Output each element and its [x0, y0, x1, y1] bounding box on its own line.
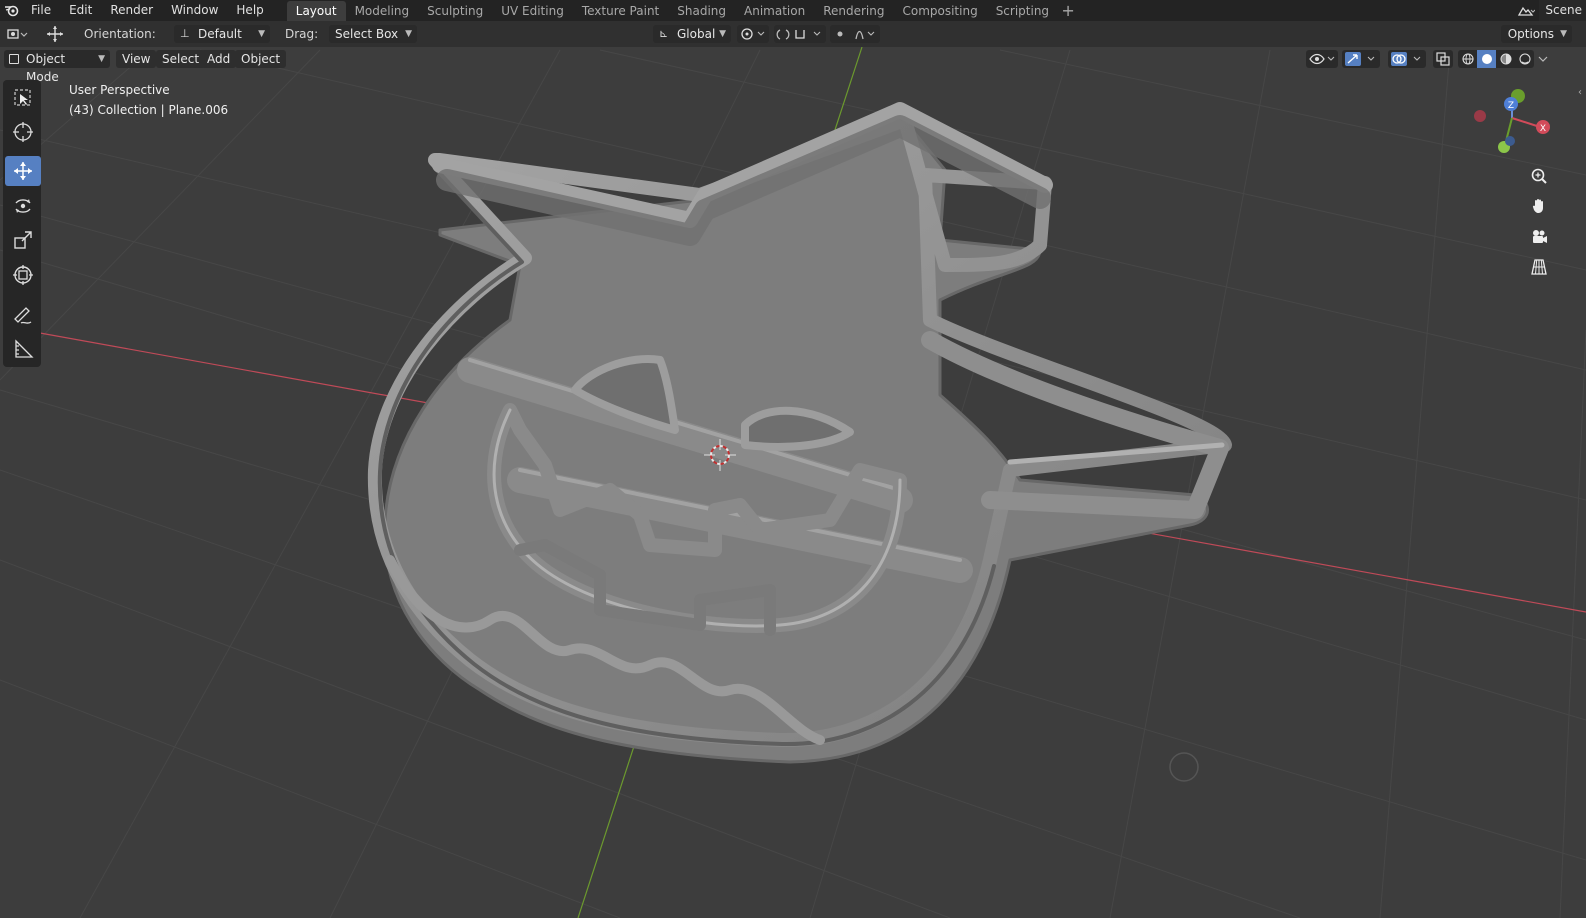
object-mode-dropdown[interactable]: Object Mode ▼: [4, 50, 110, 84]
viewport-header: Object Mode ▼ View Select Add Object: [0, 47, 1586, 84]
tab-uv-editing[interactable]: UV Editing: [492, 1, 573, 21]
left-toolbar: [3, 80, 41, 367]
viewport-info: User Perspective (43) Collection | Plane…: [69, 80, 228, 120]
orientation-value: Default: [198, 27, 242, 41]
toggle-perspective-button[interactable]: [1526, 254, 1552, 280]
menu-add[interactable]: Add: [201, 50, 237, 68]
perspective-label: User Perspective: [69, 83, 170, 97]
top-menu-bar: File Edit Render Window Help Layout Mode…: [0, 0, 1586, 21]
scene-icon: [1513, 0, 1539, 21]
scene-selector[interactable]: Scene: [1513, 0, 1586, 21]
select-box-tool[interactable]: [5, 83, 41, 113]
move-tool[interactable]: [5, 156, 41, 186]
overlays-toggle[interactable]: [1388, 50, 1426, 68]
tab-rendering[interactable]: Rendering: [814, 1, 893, 21]
tab-layout[interactable]: Layout: [286, 0, 346, 21]
tab-texture-paint[interactable]: Texture Paint: [573, 1, 668, 21]
visibility-dropdown[interactable]: [1306, 50, 1338, 68]
add-workspace-button[interactable]: +: [1058, 1, 1078, 21]
rotate-tool[interactable]: [5, 191, 41, 221]
gizmo-x-label: X: [1540, 124, 1546, 134]
chevron-down-icon: ▼: [405, 29, 412, 39]
proportional-editing-toggle[interactable]: [830, 25, 880, 43]
tab-scripting[interactable]: Scripting: [987, 1, 1058, 21]
menu-edit[interactable]: Edit: [60, 0, 101, 21]
tab-modeling[interactable]: Modeling: [346, 1, 419, 21]
solid-shading-icon[interactable]: [1477, 50, 1496, 68]
menu-object[interactable]: Object: [235, 50, 287, 68]
viewport-canvas[interactable]: Z X: [0, 0, 1586, 918]
transform-orientation-value: Global: [677, 27, 716, 41]
zoom-icon: [1531, 168, 1547, 184]
wireframe-shading-icon[interactable]: [1458, 50, 1477, 68]
transform-tool[interactable]: [5, 260, 41, 290]
zoom-view-button[interactable]: [1526, 163, 1552, 189]
drag-label: Drag:: [285, 27, 319, 41]
menu-render[interactable]: Render: [101, 0, 162, 21]
tab-shading[interactable]: Shading: [668, 1, 735, 21]
gizmo-toggle[interactable]: [1342, 50, 1380, 68]
pan-view-button[interactable]: [1526, 193, 1552, 219]
menu-file[interactable]: File: [22, 0, 60, 21]
options-dropdown[interactable]: Options ▼: [1500, 25, 1572, 43]
orientation-axes-icon: ⊥: [180, 27, 190, 40]
chevron-down-icon: ▼: [719, 29, 726, 39]
sidebar-toggle-chevron-icon[interactable]: ‹: [1578, 87, 1582, 98]
annotate-tool[interactable]: [5, 300, 41, 330]
chevron-down-icon: ▼: [258, 29, 265, 39]
grid-perspective-icon: [1531, 259, 1547, 275]
hand-icon: [1532, 199, 1543, 213]
menu-select[interactable]: Select: [156, 50, 206, 68]
camera-icon: [1533, 230, 1547, 243]
menu-help[interactable]: Help: [227, 0, 272, 21]
menu-view[interactable]: View: [116, 50, 157, 68]
menu-window[interactable]: Window: [162, 0, 227, 21]
drag-dropdown[interactable]: Select Box ▼: [329, 25, 417, 43]
tab-compositing[interactable]: Compositing: [893, 1, 986, 21]
tab-sculpting[interactable]: Sculpting: [418, 1, 492, 21]
camera-view-button[interactable]: [1526, 224, 1552, 250]
object-mode-icon: [9, 54, 19, 64]
blender-logo-icon[interactable]: [0, 0, 22, 21]
material-shading-icon[interactable]: [1496, 50, 1515, 68]
measure-tool[interactable]: [5, 334, 41, 364]
workspace-tabs: Layout Modeling Sculpting UV Editing Tex…: [286, 0, 1078, 21]
chevron-down-icon: ▼: [1560, 29, 1567, 39]
pivot-point-dropdown[interactable]: [737, 25, 769, 43]
chevron-down-icon: ▼: [98, 54, 105, 64]
shading-options-chevron-icon[interactable]: [1536, 50, 1550, 68]
xray-toggle[interactable]: [1433, 50, 1453, 68]
global-axes-icon: ⊾: [659, 27, 669, 40]
tab-animation[interactable]: Animation: [735, 1, 814, 21]
drag-value: Select Box: [335, 27, 399, 41]
transform-orientation-dropdown[interactable]: ⊾ Global ▼: [653, 25, 731, 43]
move-tool-icon: [44, 25, 66, 43]
snap-toggle[interactable]: [774, 25, 826, 43]
tool-settings-header: Orientation: ⊥ Default ▼ Drag: Select Bo…: [0, 21, 1586, 47]
gizmo-z-label: Z: [1508, 101, 1514, 111]
orientation-label: Orientation:: [84, 27, 156, 41]
scene-name: Scene: [1539, 0, 1586, 21]
options-label: Options: [1507, 27, 1554, 41]
orientation-dropdown[interactable]: ⊥ Default ▼: [174, 25, 270, 43]
scale-tool[interactable]: [5, 225, 41, 255]
rendered-shading-icon[interactable]: [1515, 50, 1534, 68]
collection-label: (43) Collection | Plane.006: [69, 103, 229, 117]
shading-mode-group: [1458, 50, 1534, 68]
cursor-tool[interactable]: [5, 117, 41, 147]
editor-type-icon[interactable]: [4, 25, 32, 43]
